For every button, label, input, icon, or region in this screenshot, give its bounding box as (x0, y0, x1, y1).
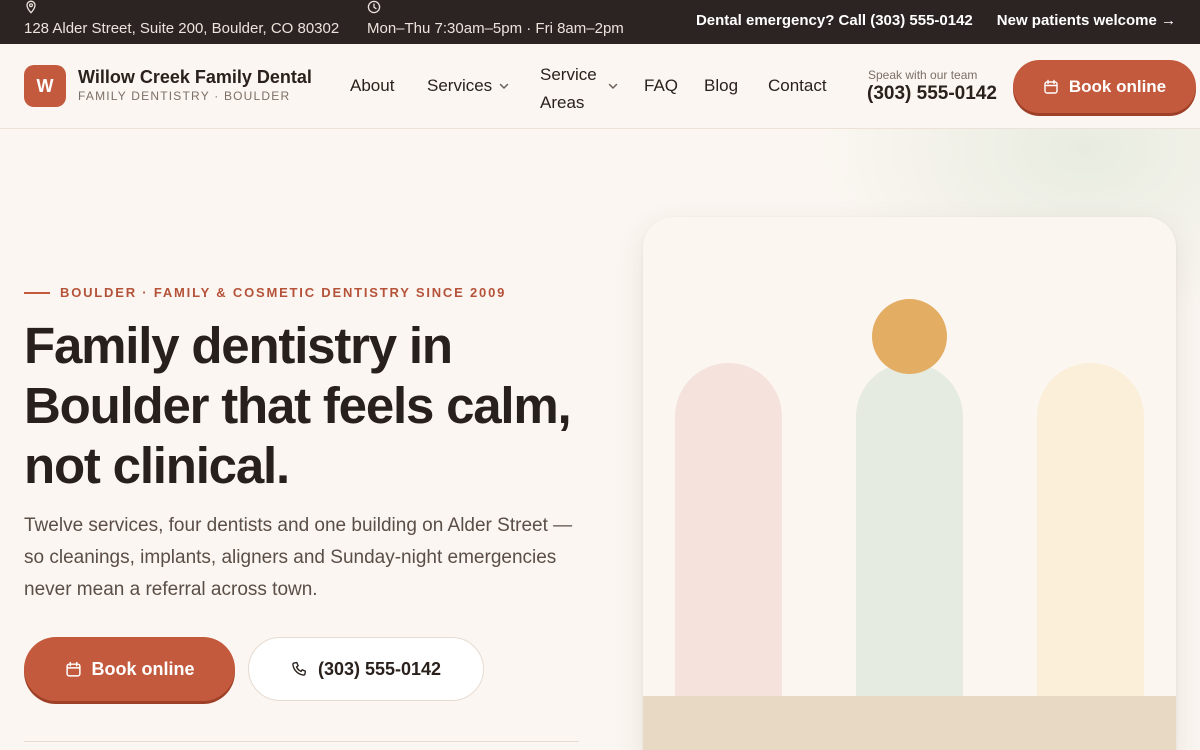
new-patients-link[interactable]: New patients welcome → (997, 12, 1176, 29)
address-item: 128 Alder Street, Suite 200, Boulder, CO… (24, 0, 340, 37)
brand-tagline: FAMILY DENTISTRY · BOULDER (78, 89, 291, 103)
header-phone-link[interactable]: (303) 555-0142 (867, 83, 997, 105)
emergency-link[interactable]: Dental emergency? Call (303) 555-0142 (696, 12, 973, 29)
illustration-sun (872, 299, 947, 374)
chevron-down-icon[interactable] (607, 80, 619, 92)
top-bar-links: Dental emergency? Call (303) 555-0142 Ne… (696, 12, 1176, 29)
hero-eyebrow: BOULDER · FAMILY & COSMETIC DENTISTRY SI… (24, 285, 506, 300)
eyebrow-line (24, 291, 50, 294)
hero-description: Twelve services, four dentists and one b… (24, 515, 573, 600)
hours-text: Mon–Thu 7:30am–5pm · Fri 8am–2pm (367, 20, 624, 37)
nav-blog[interactable]: Blog (704, 76, 738, 96)
chevron-down-icon (499, 83, 509, 89)
hero-book-online-label: Book online (91, 658, 195, 679)
nav-services-label: Services (427, 76, 493, 95)
nav-contact[interactable]: Contact (768, 76, 827, 96)
speak-label: Speak with our team (868, 68, 978, 82)
logo-mark[interactable]: W (24, 65, 66, 107)
site-header: W Willow Creek Family Dental FAMILY DENT… (0, 44, 1200, 129)
hero-book-online-button[interactable]: Book online (24, 637, 235, 701)
top-info-bar: 128 Alder Street, Suite 200, Boulder, CO… (0, 0, 1200, 44)
hero-title: Family dentistry in Boulder that feels c… (24, 317, 572, 494)
illustration-pillar-cream (1037, 363, 1144, 703)
hero-phone-label: (303) 555-0142 (317, 658, 442, 679)
map-pin-icon (26, 0, 36, 14)
nav-about[interactable]: About (350, 76, 394, 96)
clock-icon (367, 0, 381, 14)
nav-service-areas[interactable]: Service Areas (540, 61, 602, 117)
hours-item: Mon–Thu 7:30am–5pm · Fri 8am–2pm (367, 0, 624, 37)
calendar-icon (65, 661, 81, 677)
hero-phone-button[interactable]: (303) 555-0142 (248, 637, 484, 701)
brand-name[interactable]: Willow Creek Family Dental (78, 67, 312, 88)
book-online-button[interactable]: Book online (1013, 60, 1196, 113)
hero-eyebrow-text: BOULDER · FAMILY & COSMETIC DENTISTRY SI… (60, 285, 507, 300)
illustration-pillar-pink (675, 363, 782, 703)
nav-services[interactable]: Services (427, 76, 510, 96)
illustration-ground (643, 696, 1176, 750)
illustration-pillar-green (856, 363, 963, 703)
hero-illustration-card (643, 217, 1176, 750)
calendar-icon (1044, 79, 1058, 94)
address-text: 128 Alder Street, Suite 200, Boulder, CO… (24, 20, 340, 37)
phone-icon (292, 661, 306, 676)
nav-faq[interactable]: FAQ (644, 76, 678, 96)
book-online-label: Book online (1068, 76, 1167, 96)
hero-divider (24, 741, 579, 742)
